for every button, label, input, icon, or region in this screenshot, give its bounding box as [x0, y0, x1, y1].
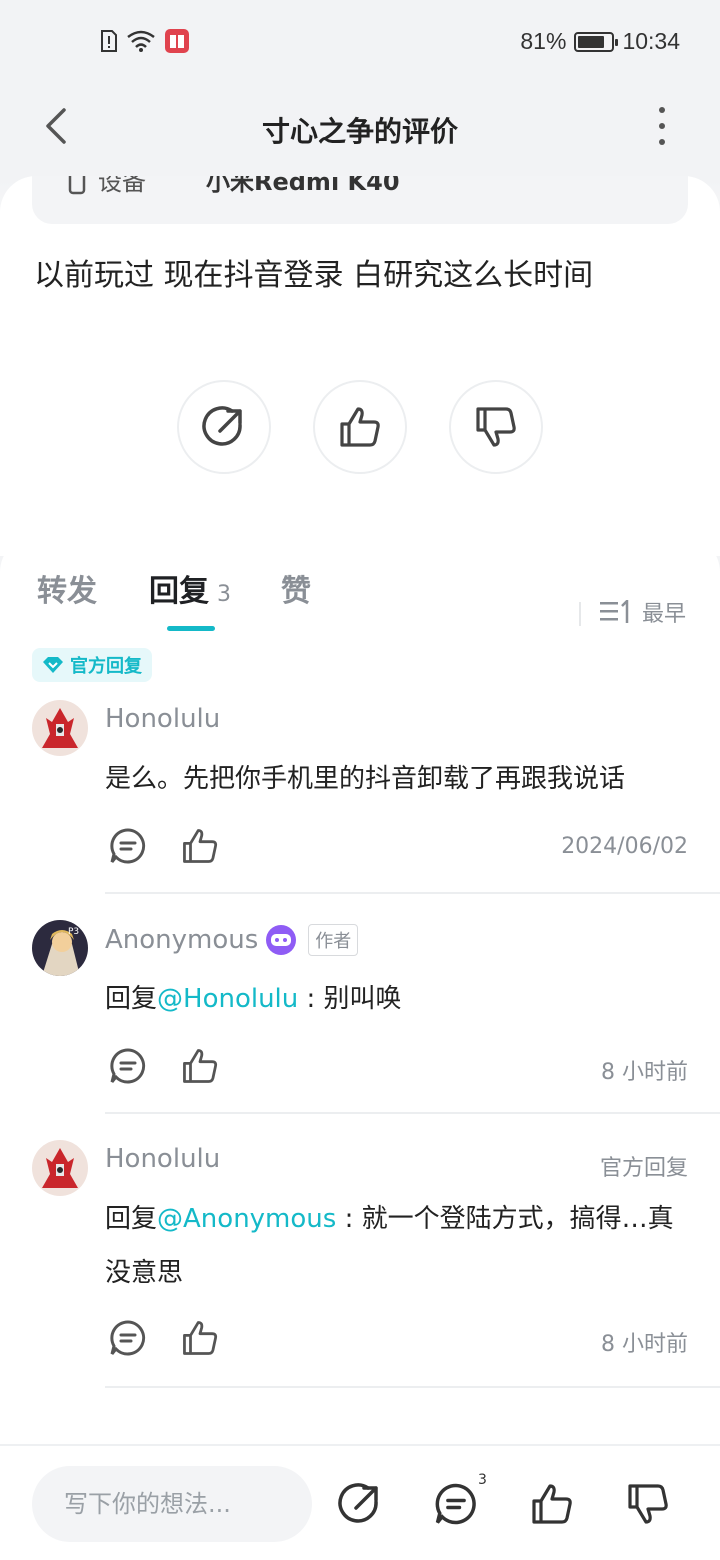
- comments-button[interactable]: [432, 1480, 480, 1528]
- thumbs-down-icon: [476, 407, 516, 447]
- phone-icon: [68, 176, 86, 194]
- battery-icon: [574, 31, 619, 52]
- status-right: 81% 10:34: [520, 28, 680, 55]
- comment-icon: [110, 1048, 146, 1084]
- divider: [105, 892, 720, 894]
- review-text: 以前玩过 现在抖音登录 白研究这么长时间: [34, 258, 594, 293]
- thumbs-up-icon: [340, 407, 380, 447]
- more-dot-icon: [659, 123, 665, 129]
- tab-replies-count: 3: [217, 582, 231, 607]
- device-value: 小米Redmi K40: [206, 176, 400, 196]
- tab-forward[interactable]: 转发: [37, 566, 97, 610]
- share-icon: [202, 406, 242, 446]
- app-notification-icon: [165, 29, 189, 53]
- comment-author[interactable]: Honolulu: [105, 1144, 220, 1174]
- comment-text: 是么。先把你手机里的抖音卸载了再跟我说话: [105, 764, 626, 794]
- mecha-avatar-icon: [32, 1140, 88, 1196]
- tab-likes[interactable]: 赞: [281, 566, 311, 610]
- anime-avatar-icon: P3: [32, 920, 88, 976]
- like-comment-button[interactable]: [180, 1046, 220, 1086]
- comment-time: 8 小时前: [601, 1060, 688, 1085]
- status-icons: [100, 28, 190, 54]
- thumbs-up-icon: [183, 829, 218, 863]
- divider: [105, 1386, 720, 1388]
- diamond-icon: [43, 657, 63, 673]
- comment-icon: [110, 828, 146, 864]
- reply-prefix: 回复: [105, 984, 158, 1014]
- tab-replies-label: 回复: [149, 574, 209, 609]
- comment-icon: [110, 1320, 146, 1356]
- gamepad-icon: [266, 925, 297, 955]
- device-label-wrap: 设备: [68, 176, 146, 197]
- comment-text: 回复@Anonymous : 就一个登陆方式，搞得…真没意思: [105, 1192, 685, 1300]
- tab-replies[interactable]: 回复 3: [149, 566, 231, 610]
- like-comment-button[interactable]: [180, 826, 220, 866]
- nav-bar: 寸心之争的评价: [0, 90, 720, 162]
- share-button[interactable]: [177, 380, 271, 474]
- official-reply-badge: 官方回复: [32, 648, 152, 682]
- avatar[interactable]: [32, 1140, 88, 1196]
- thumbs-down-icon: [628, 1484, 668, 1524]
- more-dot-icon: [659, 107, 665, 113]
- comment-icon: [435, 1483, 476, 1525]
- reply-comment-button[interactable]: [108, 1318, 148, 1358]
- thumbs-up-icon: [532, 1484, 572, 1524]
- share-button[interactable]: [336, 1480, 384, 1528]
- sort-order-icon: [600, 600, 629, 623]
- author-name: Anonymous: [105, 925, 259, 955]
- official-badge-label: 官方回复: [70, 656, 142, 677]
- device-info: 设备 小米Redmi K40: [32, 176, 688, 224]
- sort-label: 最早: [642, 602, 687, 627]
- active-tab-indicator: [167, 626, 215, 631]
- battery-fill: [578, 35, 605, 48]
- mention-link[interactable]: @Anonymous: [157, 1204, 336, 1234]
- more-options-button[interactable]: [642, 102, 682, 150]
- like-button[interactable]: [528, 1480, 576, 1528]
- author-name: Honolulu: [105, 1144, 221, 1174]
- comment-author[interactable]: Anonymous 作者: [105, 924, 359, 956]
- sim-alert-icon: [101, 30, 117, 52]
- tab-likes-label: 赞: [281, 574, 311, 609]
- official-reply-tag: 官方回复: [599, 1156, 688, 1181]
- like-comment-button[interactable]: [180, 1318, 220, 1358]
- comment-time: 8 小时前: [601, 1332, 688, 1357]
- reply-comment-button[interactable]: [108, 1046, 148, 1086]
- comment-count: 3: [478, 1472, 487, 1488]
- comment-author[interactable]: Honolulu: [105, 704, 220, 734]
- divider: [105, 1112, 720, 1114]
- thumbs-up-icon: [183, 1049, 218, 1083]
- comment-text: 回复@Honolulu : 别叫唤: [105, 972, 695, 1026]
- tab-forward-label: 转发: [37, 574, 97, 609]
- reply-prefix: 回复: [105, 1204, 158, 1234]
- battery-percent: 81%: [520, 28, 567, 54]
- author-tag: 作者: [308, 924, 359, 956]
- bottom-bar: 写下你的想法... 3: [0, 1444, 720, 1560]
- avatar[interactable]: P3: [32, 920, 88, 976]
- dislike-button[interactable]: [624, 1480, 672, 1528]
- more-dot-icon: [659, 139, 665, 145]
- reply-input[interactable]: 写下你的想法...: [32, 1466, 312, 1542]
- dislike-review-button[interactable]: [449, 380, 543, 474]
- author-name: Honolulu: [105, 704, 221, 734]
- page-title: 寸心之争的评价: [261, 115, 458, 148]
- avatar[interactable]: [32, 700, 88, 756]
- reply-comment-button[interactable]: [108, 826, 148, 866]
- review-card: [0, 176, 720, 556]
- mecha-avatar-icon: [32, 700, 88, 756]
- sort-button[interactable]: 最早: [600, 596, 686, 628]
- device-label: 设备: [98, 176, 146, 196]
- like-review-button[interactable]: [313, 380, 407, 474]
- svg-text:P3: P3: [68, 927, 79, 937]
- sort-divider: [579, 602, 581, 626]
- status-bar: 81% 10:34: [0, 0, 720, 84]
- tab-bar: 转发 回复 3 赞 最早: [0, 566, 720, 636]
- thumbs-up-icon: [183, 1321, 218, 1355]
- comment-time: 2024/06/02: [561, 834, 688, 859]
- clock: 10:34: [622, 28, 680, 54]
- share-icon: [338, 1483, 378, 1523]
- reply-body: : 别叫唤: [298, 984, 402, 1014]
- mention-link[interactable]: @Honolulu: [157, 984, 298, 1014]
- wifi-icon: [127, 30, 155, 52]
